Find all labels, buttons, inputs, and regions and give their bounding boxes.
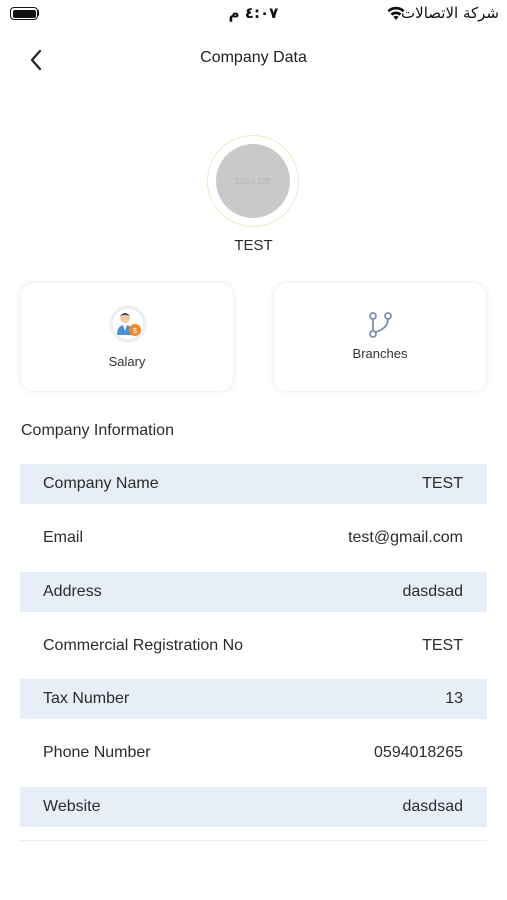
info-value: 13 [445,690,463,708]
svg-text:$: $ [132,326,137,335]
info-label: Commercial Registration No [43,636,244,654]
info-value: TEST [422,636,463,654]
battery-tip [37,10,39,16]
branches-card[interactable]: Branches [273,282,487,392]
carrier-name: شركة الاتصالات [401,4,499,22]
page-title: Company Data [200,49,307,66]
info-value: dasdsad [402,582,464,600]
info-label: Address [43,582,102,600]
company-avatar-ring[interactable]: 120 x 120 [207,135,299,227]
info-row-tax-number: Tax Number 13 [20,679,487,720]
battery-icon [10,7,38,20]
info-label: Email [43,528,84,546]
branches-label: Branches [352,346,408,361]
bottom-divider [20,840,487,841]
info-value: TEST [422,475,463,492]
info-row-website: Website dasdsad [20,787,487,828]
info-row-company-name: Company Name TEST [20,464,487,504]
info-value: dasdsad [402,798,464,816]
salary-icon: $ [109,305,147,343]
info-value: test@gmail.com [348,528,463,546]
company-name-heading: TEST [234,237,273,254]
info-row-address: Address dasdsad [20,571,487,612]
status-bar: ٤:٠٧ م شركة الاتصالات [0,0,507,30]
info-row-phone-number: Phone Number 0594018265 [20,726,487,780]
section-title: Company Information [21,422,174,439]
salary-card[interactable]: $ Salary [20,282,234,392]
status-time: ٤:٠٧ م [228,4,279,22]
info-row-commercial-registration: Commercial Registration No TEST [20,619,487,673]
git-branch-icon [369,312,392,338]
info-label: Website [43,798,101,816]
company-avatar: 120 x 120 [216,144,290,218]
info-label: Tax Number [43,690,130,708]
info-label: Phone Number [43,744,151,762]
info-value: 0594018265 [374,744,463,762]
info-label: Company Name [43,475,159,492]
info-row-email: Email test@gmail.com [20,511,487,565]
company-info-list: Company Name TEST Email test@gmail.com A… [20,464,487,834]
salary-label: Salary [108,354,146,369]
